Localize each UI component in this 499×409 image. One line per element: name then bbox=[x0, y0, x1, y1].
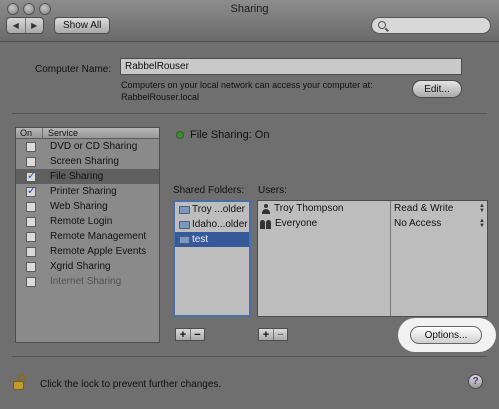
divider bbox=[12, 113, 487, 114]
window-title: Sharing bbox=[230, 3, 269, 15]
computer-name-label: Computer Name: bbox=[35, 64, 112, 75]
services-table-header: On Service bbox=[16, 128, 159, 139]
permission-value: No Access bbox=[394, 218, 442, 229]
service-checkbox[interactable] bbox=[26, 216, 36, 227]
forward-button[interactable]: ▶ bbox=[24, 18, 44, 33]
shared-folder-label: Idaho...older bbox=[192, 219, 248, 230]
shared-folders-list[interactable]: Troy ...older Idaho...older test bbox=[173, 200, 251, 317]
sharing-window: Sharing ◀ ▶ Show All Computer Name: Rabb… bbox=[0, 0, 499, 409]
lock-body bbox=[13, 381, 24, 390]
forward-arrow-icon: ▶ bbox=[31, 21, 38, 30]
shared-folder-label: test bbox=[192, 234, 209, 245]
service-checkbox[interactable] bbox=[26, 156, 36, 167]
divider bbox=[12, 356, 487, 357]
folder-icon bbox=[179, 220, 190, 229]
title-bar: Sharing ◀ ▶ Show All bbox=[0, 0, 499, 42]
service-label: Printer Sharing bbox=[50, 186, 117, 197]
add-user-button[interactable]: + bbox=[259, 329, 273, 341]
computer-address: RabbelRouser.local bbox=[121, 92, 200, 102]
add-folder-button[interactable]: + bbox=[176, 329, 190, 341]
help-button[interactable]: ? bbox=[468, 374, 483, 389]
service-column-header[interactable]: Service bbox=[43, 128, 78, 138]
service-row[interactable]: Remote Apple Events bbox=[16, 244, 159, 259]
user-name: Troy Thompson bbox=[274, 203, 344, 214]
search-field[interactable] bbox=[371, 17, 491, 34]
service-row[interactable]: Printer Sharing bbox=[16, 184, 159, 199]
service-row[interactable]: File Sharing bbox=[16, 169, 159, 184]
on-column-header[interactable]: On bbox=[16, 128, 43, 138]
service-label: Internet Sharing bbox=[50, 276, 122, 287]
service-row[interactable]: Remote Management bbox=[16, 229, 159, 244]
updown-arrows-icon: ▲ ▼ bbox=[479, 202, 485, 214]
group-icon bbox=[260, 219, 272, 229]
shared-folder-row[interactable]: Troy ...older bbox=[175, 202, 249, 217]
status-indicator-icon bbox=[176, 131, 184, 139]
show-all-button[interactable]: Show All bbox=[54, 17, 111, 34]
back-forward-control: ◀ ▶ bbox=[6, 17, 44, 34]
computer-name-field[interactable]: RabbelRouser bbox=[120, 58, 462, 75]
service-checkbox[interactable] bbox=[26, 276, 36, 287]
permission-popup[interactable]: No Access ▲ ▼ bbox=[391, 216, 487, 231]
service-row[interactable]: Remote Login bbox=[16, 214, 159, 229]
service-checkbox[interactable] bbox=[26, 246, 36, 257]
services-table: On Service DVD or CD Sharing Screen Shari… bbox=[15, 127, 160, 343]
service-checkbox[interactable] bbox=[26, 141, 36, 152]
updown-arrows-icon: ▲ ▼ bbox=[479, 217, 485, 229]
shared-folder-label: Troy ...older bbox=[192, 204, 245, 215]
service-row[interactable]: Internet Sharing bbox=[16, 274, 159, 289]
service-label: Xgrid Sharing bbox=[50, 261, 111, 272]
lock-message: Click the lock to prevent further change… bbox=[40, 379, 222, 390]
service-row[interactable]: Screen Sharing bbox=[16, 154, 159, 169]
shared-folders-label: Shared Folders: bbox=[173, 185, 245, 196]
user-icon bbox=[261, 203, 271, 214]
service-checkbox[interactable] bbox=[26, 169, 36, 182]
file-sharing-status: File Sharing: On bbox=[190, 129, 270, 141]
service-checkbox[interactable] bbox=[26, 261, 36, 272]
service-label: File Sharing bbox=[50, 171, 104, 182]
folder-icon bbox=[179, 205, 190, 214]
permission-value: Read & Write bbox=[394, 203, 454, 214]
service-checkbox[interactable] bbox=[26, 184, 36, 197]
remove-folder-button[interactable]: − bbox=[190, 329, 204, 341]
users-add-remove: + − bbox=[258, 328, 288, 341]
shared-folder-row[interactable]: test bbox=[175, 232, 249, 247]
lock-icon[interactable] bbox=[13, 374, 27, 390]
shared-folder-row[interactable]: Idaho...older bbox=[175, 217, 249, 232]
service-row[interactable]: DVD or CD Sharing bbox=[16, 139, 159, 154]
folder-icon bbox=[179, 235, 190, 244]
service-label: DVD or CD Sharing bbox=[50, 141, 138, 152]
edit-button[interactable]: Edit... bbox=[412, 80, 462, 98]
remove-user-button[interactable]: − bbox=[273, 329, 287, 341]
service-label: Remote Apple Events bbox=[50, 246, 147, 257]
back-arrow-icon: ◀ bbox=[12, 21, 19, 30]
permission-popup[interactable]: Read & Write ▲ ▼ bbox=[391, 201, 487, 216]
service-label: Remote Login bbox=[50, 216, 113, 227]
folders-add-remove: + − bbox=[175, 328, 205, 341]
computer-address-info: Computers on your local network can acce… bbox=[121, 80, 373, 90]
user-row[interactable]: Everyone bbox=[258, 216, 390, 231]
user-name: Everyone bbox=[275, 218, 318, 229]
service-label: Web Sharing bbox=[50, 201, 108, 212]
service-label: Remote Management bbox=[50, 231, 147, 242]
service-checkbox[interactable] bbox=[26, 231, 36, 242]
back-button[interactable]: ◀ bbox=[7, 18, 25, 33]
users-label: Users: bbox=[258, 185, 287, 196]
service-row[interactable]: Web Sharing bbox=[16, 199, 159, 214]
options-button[interactable]: Options... bbox=[410, 326, 482, 344]
service-checkbox[interactable] bbox=[26, 201, 36, 212]
search-icon bbox=[378, 21, 386, 29]
service-label: Screen Sharing bbox=[50, 156, 119, 167]
service-row[interactable]: Xgrid Sharing bbox=[16, 259, 159, 274]
user-row[interactable]: Troy Thompson bbox=[258, 201, 390, 216]
users-list[interactable]: Troy Thompson Everyone Read & Write ▲ ▼ No A… bbox=[257, 200, 488, 317]
